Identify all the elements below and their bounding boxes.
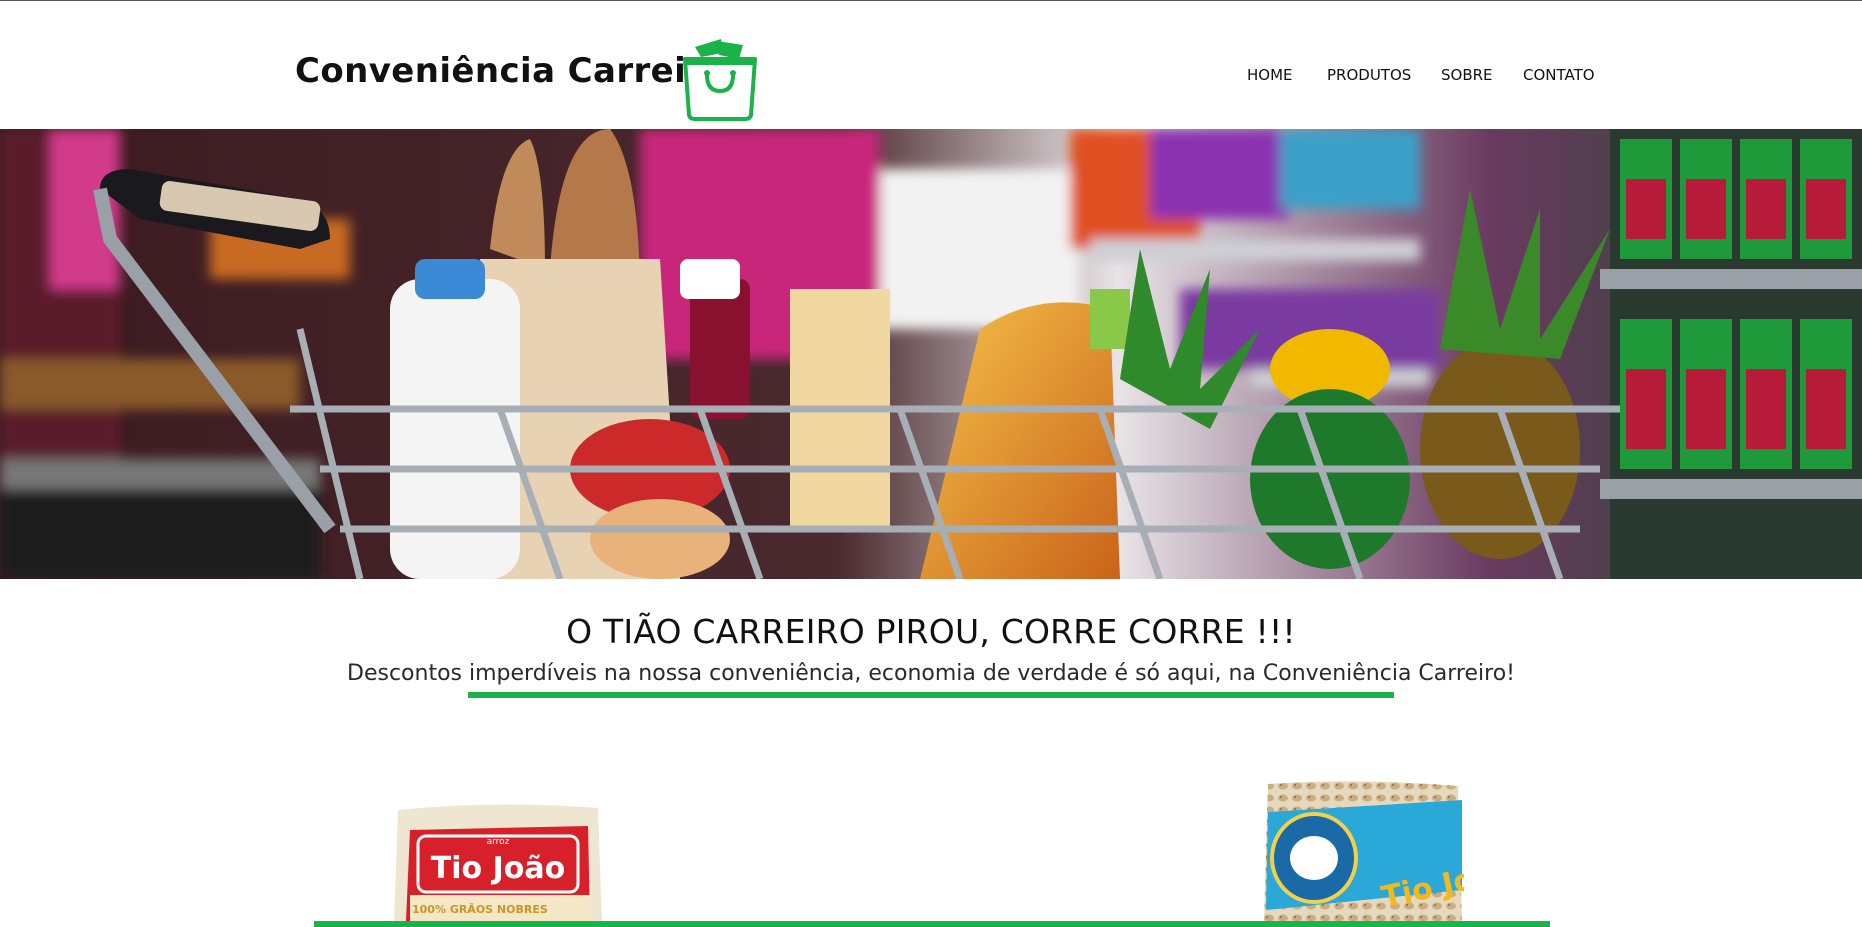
product-card-feijao[interactable]: Tio João [1262, 780, 1464, 921]
shopping-bag-icon [683, 39, 757, 121]
product-image-arroz: arroz Tio João 100% GRÃOS NOBRES [394, 804, 602, 921]
products-divider [314, 921, 1550, 927]
promo-divider [468, 692, 1394, 698]
promo-title: O TIÃO CARREIRO PIROU, CORRE CORRE !!! [566, 612, 1296, 651]
product-image-feijao: Tio João [1264, 781, 1464, 921]
hero-banner [0, 129, 1862, 579]
brand-name[interactable]: Conveniência Carreiro [295, 51, 727, 91]
nav-home[interactable]: HOME [1247, 66, 1293, 84]
promo-subtitle: Descontos imperdíveis na nossa conveniên… [347, 661, 1515, 686]
product-badge: 100% GRÃOS NOBRES [412, 903, 548, 916]
product-brand: Tio João [431, 851, 565, 886]
nav-produtos[interactable]: PRODUTOS [1327, 66, 1411, 84]
nav-sobre[interactable]: SOBRE [1441, 66, 1493, 84]
product-card-arroz[interactable]: arroz Tio João 100% GRÃOS NOBRES [392, 800, 604, 921]
product-kind: arroz [487, 837, 510, 847]
site-header: Conveniência Carreiro HOME PRODUTOS SOBR… [0, 1, 1862, 129]
nav-contato[interactable]: CONTATO [1523, 66, 1595, 84]
hero-image [0, 129, 1862, 579]
